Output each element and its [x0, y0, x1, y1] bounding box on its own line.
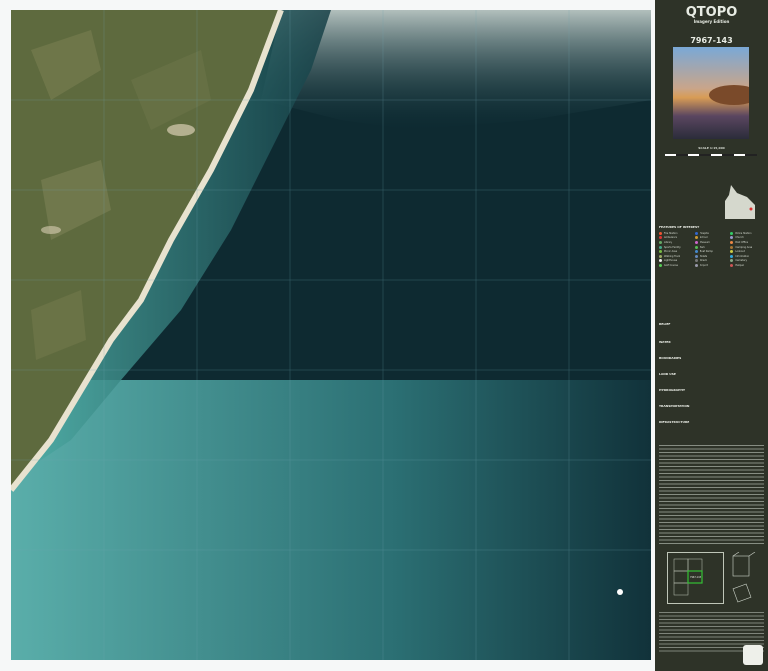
- product-title: QTOPO: [685, 5, 738, 20]
- buoy-marker: [617, 589, 623, 595]
- cover-photo: [673, 47, 749, 139]
- disclaimer-text: [659, 445, 764, 545]
- legend-panel: QTOPO Imagery Edition 7967-143 SCALE 1:1…: [655, 0, 768, 671]
- scale-bar: [665, 154, 757, 156]
- legend-relief-water: RELIEF WATER BOUNDARIES LAND USE HYDROGR…: [659, 322, 690, 424]
- imagery-canvas: [11, 10, 651, 660]
- index-map: 7967-143: [667, 552, 724, 604]
- sheet-number: 7967-143: [690, 36, 733, 45]
- satellite-imagery[interactable]: [11, 10, 651, 660]
- shallow-water-lower: [11, 380, 651, 660]
- map-frame: [0, 0, 660, 671]
- product-subtitle: Imagery Edition: [693, 19, 730, 24]
- state-locator-map: [725, 185, 755, 219]
- compass-diagram: [729, 551, 757, 608]
- government-logo: [743, 645, 763, 665]
- svg-text:7967-143: 7967-143: [690, 576, 702, 579]
- scale-label: SCALE 1:15,000: [698, 146, 725, 150]
- legend-features: FEATURES OF INTEREST Fire Station Hospit…: [659, 225, 753, 267]
